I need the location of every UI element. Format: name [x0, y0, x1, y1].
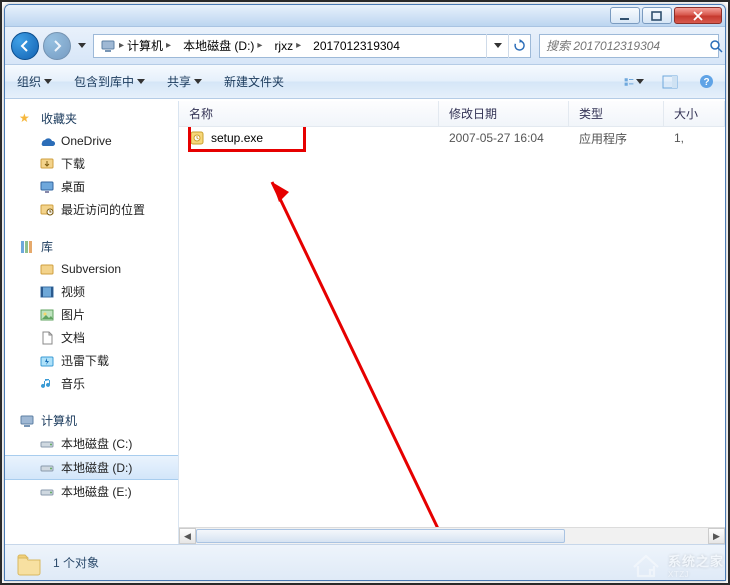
- computer-icon: [19, 413, 35, 429]
- sidebar-item-drive-d[interactable]: 本地磁盘 (D:): [5, 455, 178, 480]
- breadcrumb-item-0[interactable]: 本地磁盘 (D:) ▸: [177, 35, 268, 57]
- maximize-button[interactable]: [642, 7, 672, 24]
- status-text: 1 个对象: [53, 554, 99, 571]
- search-box[interactable]: [539, 34, 719, 58]
- address-dropdown[interactable]: [486, 34, 508, 58]
- search-icon[interactable]: [709, 39, 723, 53]
- onedrive-icon: [39, 133, 55, 149]
- column-type[interactable]: 类型: [569, 101, 664, 126]
- help-button[interactable]: ?: [695, 71, 717, 93]
- column-date[interactable]: 修改日期: [439, 101, 569, 126]
- sidebar-item-subversion[interactable]: Subversion: [5, 258, 178, 280]
- sidebar-item-downloads[interactable]: 下载: [5, 152, 178, 175]
- navbar: ▸ 计算机 ▸ 本地磁盘 (D:) ▸ rjxz ▸ 2017012319304: [5, 27, 725, 65]
- thunder-icon: [39, 353, 55, 369]
- video-icon: [39, 284, 55, 300]
- search-input[interactable]: [540, 39, 709, 53]
- drive-icon: [39, 484, 55, 500]
- file-list[interactable]: setup.exe 2007-05-27 16:04 应用程序 1,: [179, 127, 725, 527]
- forward-button[interactable]: [43, 32, 71, 60]
- sidebar-item-documents[interactable]: 文档: [5, 326, 178, 349]
- titlebar: [5, 5, 725, 27]
- breadcrumb-item-1[interactable]: rjxz ▸: [268, 35, 307, 57]
- sidebar-item-videos[interactable]: 视频: [5, 280, 178, 303]
- desktop-icon: [39, 179, 55, 195]
- sidebar-item-thunder[interactable]: 迅雷下载: [5, 349, 178, 372]
- computer-icon: [100, 38, 116, 54]
- status-bar: 1 个对象: [5, 544, 725, 580]
- exe-icon: [189, 130, 205, 146]
- horizontal-scrollbar[interactable]: ◀ ▶: [179, 527, 725, 544]
- panel-icon: [662, 75, 678, 89]
- include-in-library-menu[interactable]: 包含到库中: [70, 65, 149, 98]
- help-icon: ?: [699, 74, 714, 89]
- sidebar-item-drive-c[interactable]: 本地磁盘 (C:): [5, 432, 178, 455]
- file-name: setup.exe: [211, 131, 263, 145]
- library-icon: [19, 239, 35, 255]
- navigation-pane[interactable]: ★ 收藏夹 OneDrive 下载 桌面 最近访问的位置 库 Subversio…: [5, 101, 179, 544]
- file-type: 应用程序: [579, 130, 627, 147]
- libraries-group: 库 Subversion 视频 图片 文档 迅雷下载 音乐: [5, 235, 178, 395]
- close-button[interactable]: [674, 7, 722, 24]
- organize-menu[interactable]: 组织: [13, 65, 56, 98]
- music-icon: [39, 376, 55, 392]
- refresh-icon: [513, 39, 526, 52]
- body: ★ 收藏夹 OneDrive 下载 桌面 最近访问的位置 库 Subversio…: [5, 101, 725, 544]
- document-icon: [39, 330, 55, 346]
- file-date: 2007-05-27 16:04: [449, 131, 544, 145]
- folder-large-icon: [15, 549, 43, 577]
- favorites-header[interactable]: ★ 收藏夹: [5, 107, 178, 130]
- recent-icon: [39, 202, 55, 218]
- folder-icon: [39, 261, 55, 277]
- file-size: 1,: [674, 131, 684, 145]
- refresh-button[interactable]: [508, 34, 530, 58]
- view-icon: [624, 75, 634, 89]
- scroll-track[interactable]: [196, 528, 708, 544]
- drive-icon: [39, 436, 55, 452]
- scroll-left-button[interactable]: ◀: [179, 528, 196, 544]
- computer-group: 计算机 本地磁盘 (C:) 本地磁盘 (D:) 本地磁盘 (E:): [5, 409, 178, 503]
- new-folder-button[interactable]: 新建文件夹: [220, 65, 288, 98]
- picture-icon: [39, 307, 55, 323]
- favorites-group: ★ 收藏夹 OneDrive 下载 桌面 最近访问的位置: [5, 107, 178, 221]
- history-dropdown[interactable]: [75, 43, 89, 48]
- column-size[interactable]: 大小: [664, 101, 725, 126]
- annotation-arrow: [257, 167, 557, 527]
- computer-header[interactable]: 计算机: [5, 409, 178, 432]
- explorer-window: ▸ 计算机 ▸ 本地磁盘 (D:) ▸ rjxz ▸ 2017012319304: [4, 4, 726, 581]
- drive-icon: [39, 460, 55, 476]
- scroll-thumb[interactable]: [196, 529, 565, 543]
- column-name[interactable]: 名称: [179, 101, 439, 126]
- share-menu[interactable]: 共享: [163, 65, 206, 98]
- preview-pane-button[interactable]: [659, 71, 681, 93]
- sidebar-item-recent[interactable]: 最近访问的位置: [5, 198, 178, 221]
- sidebar-item-pictures[interactable]: 图片: [5, 303, 178, 326]
- file-row[interactable]: setup.exe 2007-05-27 16:04 应用程序 1,: [179, 127, 725, 149]
- address-bar[interactable]: ▸ 计算机 ▸ 本地磁盘 (D:) ▸ rjxz ▸ 2017012319304: [93, 34, 531, 58]
- toolbar: 组织 包含到库中 共享 新建文件夹 ?: [5, 65, 725, 99]
- svg-text:?: ?: [703, 77, 709, 88]
- breadcrumb-root[interactable]: ▸ 计算机 ▸: [94, 35, 177, 57]
- minimize-button[interactable]: [610, 7, 640, 24]
- column-headers[interactable]: 名称 修改日期 类型 大小: [179, 101, 725, 127]
- breadcrumb-label: 计算机: [127, 37, 163, 54]
- sidebar-item-music[interactable]: 音乐: [5, 372, 178, 395]
- content-pane: 名称 修改日期 类型 大小 setup.exe 2007-05-27 16:04…: [179, 101, 725, 544]
- sidebar-item-drive-e[interactable]: 本地磁盘 (E:): [5, 480, 178, 503]
- view-options-button[interactable]: [623, 71, 645, 93]
- sidebar-item-desktop[interactable]: 桌面: [5, 175, 178, 198]
- download-icon: [39, 156, 55, 172]
- sidebar-item-onedrive[interactable]: OneDrive: [5, 130, 178, 152]
- star-icon: ★: [19, 111, 35, 127]
- breadcrumb-item-2[interactable]: 2017012319304: [307, 35, 406, 57]
- scroll-right-button[interactable]: ▶: [708, 528, 725, 544]
- back-button[interactable]: [11, 32, 39, 60]
- libraries-header[interactable]: 库: [5, 235, 178, 258]
